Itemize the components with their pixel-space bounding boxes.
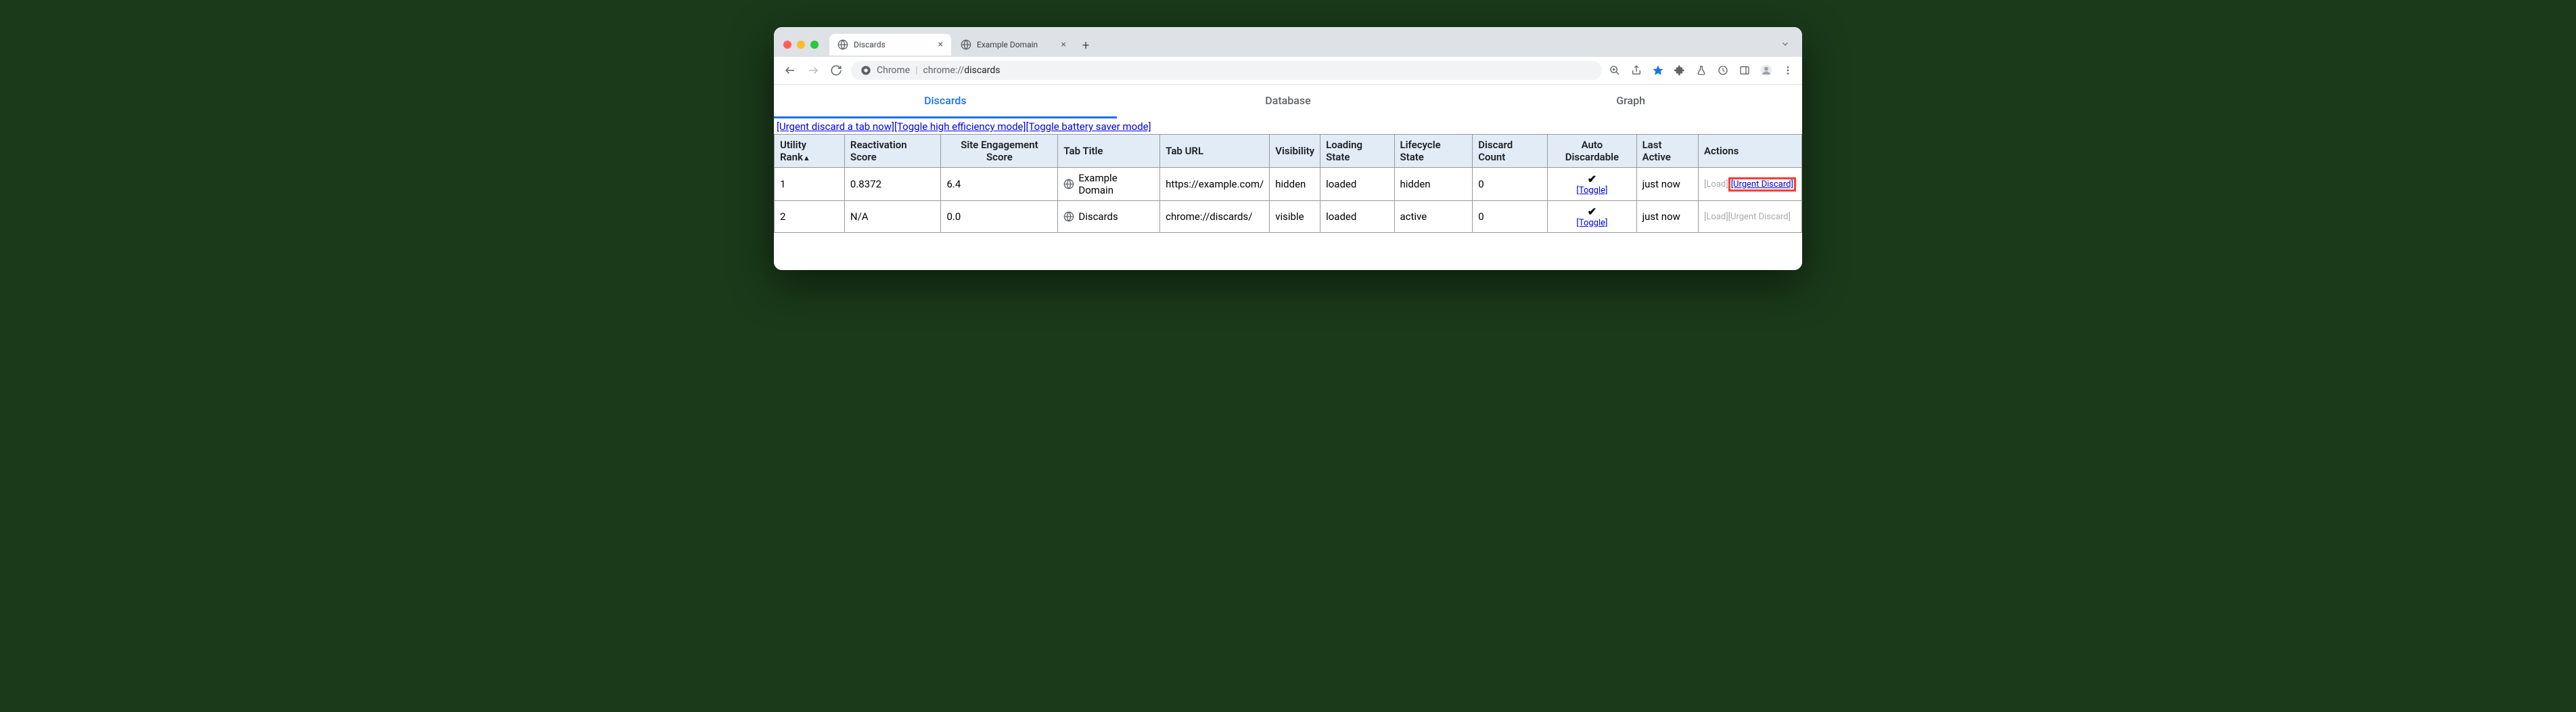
col-visibility[interactable]: Visibility xyxy=(1270,135,1320,168)
toggle-auto-discardable-link[interactable]: [Toggle] xyxy=(1553,185,1630,196)
toggle-auto-discardable-link[interactable]: [Toggle] xyxy=(1553,218,1630,228)
cell-engage: 6.4 xyxy=(941,168,1058,201)
profile-icon[interactable] xyxy=(1760,64,1772,76)
col-tab-url[interactable]: Tab URL xyxy=(1160,135,1270,168)
cell-rank: 2 xyxy=(775,201,845,233)
zoom-icon[interactable] xyxy=(1609,64,1621,76)
col-reactivation-score[interactable]: Reactivation Score xyxy=(844,135,941,168)
load-action-link: [Load] xyxy=(1704,212,1728,222)
discards-table: Utility Rank▲ Reactivation Score Site En… xyxy=(774,134,1802,233)
cell-discard-count: 0 xyxy=(1473,201,1548,233)
chrome-icon xyxy=(860,65,871,76)
extensions-icon[interactable] xyxy=(1674,64,1686,76)
quick-action-links: [Urgent discard a tab now][Toggle high e… xyxy=(774,119,1802,134)
cell-actions: [Load][Urgent Discard] xyxy=(1698,168,1801,201)
minimize-window-button[interactable] xyxy=(797,41,805,49)
titlebar: Discards × Example Domain × + xyxy=(774,27,1802,57)
col-site-engagement[interactable]: Site Engagement Score xyxy=(941,135,1058,168)
share-icon[interactable] xyxy=(1630,64,1642,76)
close-tab-icon[interactable]: × xyxy=(938,39,943,50)
back-button[interactable] xyxy=(782,62,798,79)
table-row: 2 N/A 0.0 Discards chrome://discards/ vi… xyxy=(775,201,1802,233)
separator: | xyxy=(915,65,917,76)
check-icon: ✔ xyxy=(1588,173,1596,185)
toggle-high-efficiency-link[interactable]: [Toggle high efficiency mode] xyxy=(894,120,1026,133)
col-lifecycle-state[interactable]: Lifecycle State xyxy=(1394,135,1473,168)
page-tab-database[interactable]: Database xyxy=(1117,85,1460,118)
globe-icon xyxy=(837,39,848,50)
cell-last-active: just now xyxy=(1636,201,1698,233)
table-header-row: Utility Rank▲ Reactivation Score Site En… xyxy=(775,135,1802,168)
cell-visibility: hidden xyxy=(1270,168,1320,201)
new-tab-button[interactable]: + xyxy=(1076,36,1096,55)
col-discard-count[interactable]: Discard Count xyxy=(1473,135,1548,168)
reload-button[interactable] xyxy=(828,62,844,79)
col-tab-title[interactable]: Tab Title xyxy=(1058,135,1160,168)
toolbar-icons xyxy=(1609,64,1794,76)
load-action-link: [Load] xyxy=(1704,179,1728,190)
cell-loading: loaded xyxy=(1320,201,1394,233)
tab-title: Example Domain xyxy=(977,40,1056,49)
cell-lifecycle: hidden xyxy=(1394,168,1473,201)
update-icon[interactable] xyxy=(1717,64,1729,76)
tab-title: Discards xyxy=(854,40,933,49)
forward-button[interactable] xyxy=(805,62,821,79)
scheme-label: Chrome xyxy=(877,65,910,76)
maximize-window-button[interactable] xyxy=(810,41,819,49)
urgent-discard-action-link[interactable]: [Urgent Discard] xyxy=(1731,179,1793,190)
browser-tab-example[interactable]: Example Domain × xyxy=(952,34,1074,55)
cell-url: https://example.com/ xyxy=(1160,168,1270,201)
cell-react: 0.8372 xyxy=(844,168,941,201)
labs-icon[interactable] xyxy=(1695,64,1707,76)
check-icon: ✔ xyxy=(1588,205,1596,218)
url-path: chrome://discards xyxy=(923,65,1001,76)
cell-visibility: visible xyxy=(1270,201,1320,233)
urgent-discard-action-link: [Urgent Discard] xyxy=(1728,212,1791,222)
cell-discard-count: 0 xyxy=(1473,168,1548,201)
nav-toolbar: Chrome | chrome://discards xyxy=(774,57,1802,85)
address-bar[interactable]: Chrome | chrome://discards xyxy=(851,61,1602,80)
page-tab-discards[interactable]: Discards xyxy=(774,85,1117,118)
cell-auto-discardable: ✔ [Toggle] xyxy=(1548,201,1636,233)
cell-title: Example Domain xyxy=(1058,168,1160,201)
browser-window: Discards × Example Domain × + xyxy=(774,27,1802,270)
sort-asc-icon: ▲ xyxy=(803,154,810,162)
globe-icon xyxy=(961,39,971,50)
globe-icon xyxy=(1063,179,1074,190)
col-utility-rank[interactable]: Utility Rank▲ xyxy=(775,135,845,168)
tab-strip: Discards × Example Domain × + xyxy=(829,34,1778,55)
col-auto-discardable[interactable]: Auto Discardable xyxy=(1548,135,1636,168)
tab-title-text: Discards xyxy=(1078,210,1118,223)
cell-actions: [Load][Urgent Discard] xyxy=(1698,201,1801,233)
cell-loading: loaded xyxy=(1320,168,1394,201)
col-actions[interactable]: Actions xyxy=(1698,135,1801,168)
cell-title: Discards xyxy=(1058,201,1160,233)
cell-url: chrome://discards/ xyxy=(1160,201,1270,233)
cell-lifecycle: active xyxy=(1394,201,1473,233)
bookmark-star-icon[interactable] xyxy=(1652,64,1664,76)
cell-rank: 1 xyxy=(775,168,845,201)
page-content: Discards Database Graph [Urgent discard … xyxy=(774,85,1802,270)
col-last-active[interactable]: Last Active xyxy=(1636,135,1698,168)
page-tab-graph[interactable]: Graph xyxy=(1459,85,1802,118)
highlight-annotation: [Urgent Discard] xyxy=(1728,177,1796,192)
close-window-button[interactable] xyxy=(783,41,791,49)
window-controls xyxy=(783,41,819,49)
cell-react: N/A xyxy=(844,201,941,233)
tab-list-chevron-icon[interactable] xyxy=(1778,36,1793,54)
close-tab-icon[interactable]: × xyxy=(1061,39,1066,50)
browser-tab-discards[interactable]: Discards × xyxy=(829,34,951,55)
cell-last-active: just now xyxy=(1636,168,1698,201)
tab-title-text: Example Domain xyxy=(1078,172,1154,196)
toggle-battery-saver-link[interactable]: [Toggle battery saver mode] xyxy=(1026,120,1151,133)
page-tab-strip: Discards Database Graph xyxy=(774,85,1802,119)
globe-icon xyxy=(1063,211,1074,222)
cell-auto-discardable: ✔ [Toggle] xyxy=(1548,168,1636,201)
side-panel-icon[interactable] xyxy=(1739,64,1751,76)
cell-engage: 0.0 xyxy=(941,201,1058,233)
urgent-discard-now-link[interactable]: [Urgent discard a tab now] xyxy=(777,120,894,133)
menu-icon[interactable] xyxy=(1782,64,1794,76)
table-row: 1 0.8372 6.4 Example Domain https://exam… xyxy=(775,168,1802,201)
col-loading-state[interactable]: Loading State xyxy=(1320,135,1394,168)
